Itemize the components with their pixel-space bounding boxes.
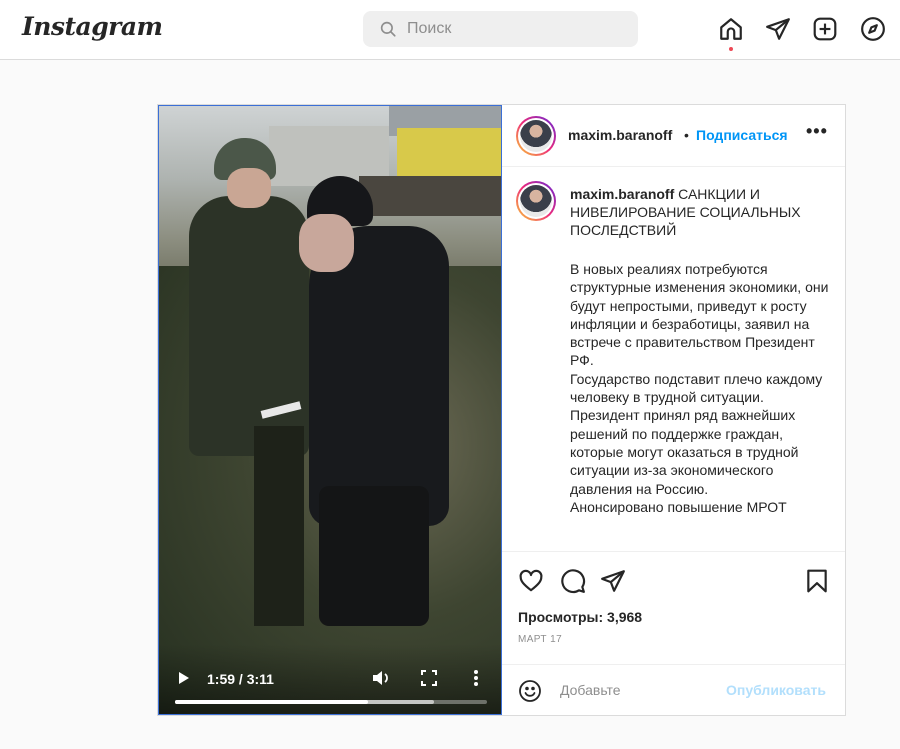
post-actions: Просмотры: 3,968 МАРТ 17 Добавьте Опубли… xyxy=(502,551,845,715)
video-frame-man-face xyxy=(299,214,354,272)
post-sidebar: maxim.baranoff • Подписаться ••• maxim.b… xyxy=(502,105,845,715)
video-time-display: 1:59 / 3:11 xyxy=(207,671,274,687)
fullscreen-button[interactable] xyxy=(421,670,437,691)
caption-username[interactable]: maxim.baranoff xyxy=(570,186,674,202)
bookmark-icon xyxy=(807,569,827,593)
comment-icon xyxy=(561,569,586,594)
fullscreen-icon xyxy=(421,670,437,686)
direct-message-icon[interactable] xyxy=(765,16,791,42)
video-progress-fill xyxy=(175,700,369,704)
video-frame-soldier-face xyxy=(227,168,271,208)
separator-dot: • xyxy=(684,127,689,143)
search-icon xyxy=(380,21,396,37)
avatar[interactable] xyxy=(516,116,556,156)
heart-icon xyxy=(519,569,543,592)
post-header: maxim.baranoff • Подписаться ••• xyxy=(502,105,845,167)
publish-button[interactable]: Опубликовать xyxy=(726,682,826,698)
post-card: 1:59 / 3:11 maxim.baranoff • Подписаться… xyxy=(157,104,846,716)
follow-button[interactable]: Подписаться xyxy=(696,127,788,143)
post-date[interactable]: МАРТ 17 xyxy=(518,634,562,645)
save-button[interactable] xyxy=(804,568,830,594)
share-button[interactable] xyxy=(600,568,626,594)
explore-compass-icon[interactable] xyxy=(860,16,886,42)
play-icon xyxy=(179,672,189,684)
top-navigation-bar: Instagram Поиск xyxy=(0,0,900,60)
share-icon xyxy=(601,570,625,592)
new-post-icon[interactable] xyxy=(812,16,838,42)
instagram-logo[interactable]: Instagram xyxy=(22,12,163,41)
volume-icon xyxy=(373,671,388,685)
volume-button[interactable] xyxy=(371,669,391,692)
post-username[interactable]: maxim.baranoff xyxy=(568,127,672,143)
video-frame-soldier xyxy=(189,196,309,456)
video-controls: 1:59 / 3:11 xyxy=(159,644,501,714)
emoji-button[interactable] xyxy=(518,679,542,708)
video-options-button[interactable] xyxy=(473,669,479,692)
caption-heading: maxim.baranoff САНКЦИИ И НИВЕЛИРОВАНИЕ С… xyxy=(570,185,832,239)
video-frame-soldier-legs xyxy=(254,426,304,626)
search-placeholder: Поиск xyxy=(407,20,452,37)
more-options-button[interactable]: ••• xyxy=(806,121,828,142)
comment-input[interactable]: Добавьте xyxy=(560,682,621,698)
views-count[interactable]: Просмотры: 3,968 xyxy=(518,609,642,625)
video-frame-fence xyxy=(359,176,501,216)
caption-avatar[interactable] xyxy=(516,181,556,221)
post-video[interactable]: 1:59 / 3:11 xyxy=(158,105,502,715)
active-indicator-dot xyxy=(729,47,733,51)
video-progress-bar[interactable] xyxy=(175,700,487,704)
video-frame-man-legs xyxy=(319,486,429,626)
caption-section: maxim.baranoff САНКЦИИ И НИВЕЛИРОВАНИЕ С… xyxy=(502,167,845,551)
comment-button[interactable] xyxy=(560,568,586,594)
home-icon[interactable] xyxy=(718,16,744,42)
smiley-icon xyxy=(519,680,541,702)
add-comment-row: Добавьте Опубликовать xyxy=(502,664,845,716)
vertical-dots-icon xyxy=(474,670,478,686)
search-input[interactable]: Поиск xyxy=(363,11,638,47)
caption-body: В новых реалиях потребуются структурные … xyxy=(570,261,829,515)
like-button[interactable] xyxy=(518,568,544,594)
play-button[interactable] xyxy=(177,670,191,691)
